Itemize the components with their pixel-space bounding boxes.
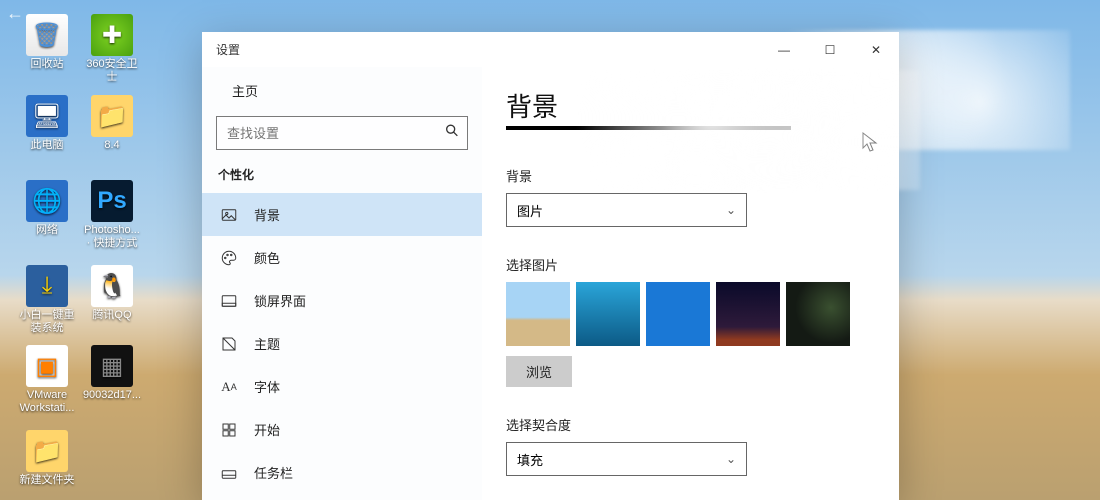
folder-icon: 📁 [26,430,68,472]
nav-themes[interactable]: 主题 [202,322,482,365]
nav-label: 任务栏 [254,463,293,482]
nav-lockscreen[interactable]: 锁屏界面 [202,279,482,322]
section-heading: 个性化 [202,166,482,193]
reinstall-icon: ⤓ [26,265,68,307]
settings-window: 设置 — ☐ ✕ 主页 个性化 背景 颜色 锁屏界面 主题 AA 字体 开始 [202,32,899,500]
fit-label: 选择契合度 [506,415,875,434]
qq-icon: 🐧 [91,265,133,307]
desktop-icon-label: 90032d17... [82,389,142,402]
desktop-icon-label: 此电脑 [17,139,77,152]
search-icon [444,123,460,144]
minimize-button[interactable]: — [761,32,807,67]
nav-fonts[interactable]: AA 字体 [202,365,482,408]
picture-thumb[interactable] [716,282,780,346]
desktop-icon-label: 360安全卫士 [82,58,142,84]
search-box[interactable] [216,116,468,150]
browse-button[interactable]: 浏览 [506,356,572,387]
desktop-icon-360[interactable]: ✚360安全卫士 [82,14,142,84]
font-icon: AA [220,378,238,396]
photoshop-icon: Ps [91,180,133,222]
chevron-down-icon: ⌄ [726,452,736,466]
desktop-icon-label: 回收站 [17,58,77,71]
desktop-icon-label: 腾讯QQ [82,309,142,322]
fit-select[interactable]: 填充 ⌄ [506,442,747,476]
image-file-icon: ▦ [91,345,133,387]
window-controls: — ☐ ✕ [761,32,899,67]
computer-icon: 🖥 [26,95,68,137]
nav-label: 主题 [254,334,280,353]
window-title: 设置 [216,41,240,58]
desktop-icon-this-pc[interactable]: 🖥 此电脑 [17,95,77,152]
nav-label: 字体 [254,377,280,396]
maximize-button[interactable]: ☐ [807,32,853,67]
nav-taskbar[interactable]: 任务栏 [202,451,482,494]
shield-icon: ✚ [91,14,133,56]
theme-icon [220,335,238,353]
background-type-select[interactable]: 图片 ⌄ [506,193,747,227]
nav-label: 背景 [254,205,280,224]
desktop-icon-label: Photosho... · 快捷方式 [82,224,142,250]
select-value: 填充 [517,450,543,469]
settings-sidebar: 主页 个性化 背景 颜色 锁屏界面 主题 AA 字体 开始 任务栏 [202,67,482,500]
home-label: 主页 [232,81,258,100]
desktop-icon-recycle-bin[interactable]: 🗑 回收站 [17,14,77,71]
palette-icon [220,249,238,267]
home-link[interactable]: 主页 [202,67,482,114]
page-heading: 背景 [506,87,791,130]
chevron-down-icon: ⌄ [726,203,736,217]
titlebar[interactable]: 设置 — ☐ ✕ [202,32,899,67]
nav-background[interactable]: 背景 [202,193,482,236]
picture-thumb[interactable] [646,282,710,346]
mouse-cursor-icon [862,132,878,159]
settings-main: 背景 背景 图片 ⌄ 选择图片 浏览 [482,67,899,500]
picture-thumb[interactable] [786,282,850,346]
network-icon: 🌐 [26,180,68,222]
search-input[interactable] [216,116,468,150]
desktop-icon-vmware[interactable]: ▣VMware Workstati... [17,345,77,415]
nav-label: 锁屏界面 [254,291,306,310]
nav-label: 颜色 [254,248,280,267]
lockscreen-icon [220,292,238,310]
desktop-icon-label: 小白一键重装系统 [17,309,77,335]
picture-thumbnails [506,282,875,346]
picture-thumb[interactable] [506,282,570,346]
image-icon [220,206,238,224]
desktop-icon-label: 8.4 [82,139,142,152]
desktop-icon-label: 网络 [17,224,77,237]
choose-picture-label: 选择图片 [506,255,875,274]
nav-list: 背景 颜色 锁屏界面 主题 AA 字体 开始 任务栏 [202,193,482,494]
taskbar-icon [220,464,238,482]
desktop-icon-qq[interactable]: 🐧 腾讯QQ [82,265,142,322]
desktop-icon-xiaobai[interactable]: ⤓小白一键重装系统 [17,265,77,335]
close-button[interactable]: ✕ [853,32,899,67]
desktop-icon-folder-84[interactable]: 📁 8.4 [82,95,142,152]
nav-start[interactable]: 开始 [202,408,482,451]
select-value: 图片 [517,201,543,220]
nav-colors[interactable]: 颜色 [202,236,482,279]
desktop-icon-file[interactable]: ▦ 90032d17... [82,345,142,402]
desktop-icon-label: 新建文件夹 [17,474,77,487]
start-icon [220,421,238,439]
desktop-icon-photoshop[interactable]: PsPhotosho... · 快捷方式 [82,180,142,250]
background-label: 背景 [506,166,875,185]
desktop-icon-label: VMware Workstati... [17,389,77,415]
recycle-bin-icon: 🗑 [26,14,68,56]
nav-label: 开始 [254,420,280,439]
folder-icon: 📁 [91,95,133,137]
vmware-icon: ▣ [26,345,68,387]
picture-thumb[interactable] [576,282,640,346]
desktop-icon-new-folder[interactable]: 📁 新建文件夹 [17,430,77,487]
desktop-icon-network[interactable]: 🌐 网络 [17,180,77,237]
